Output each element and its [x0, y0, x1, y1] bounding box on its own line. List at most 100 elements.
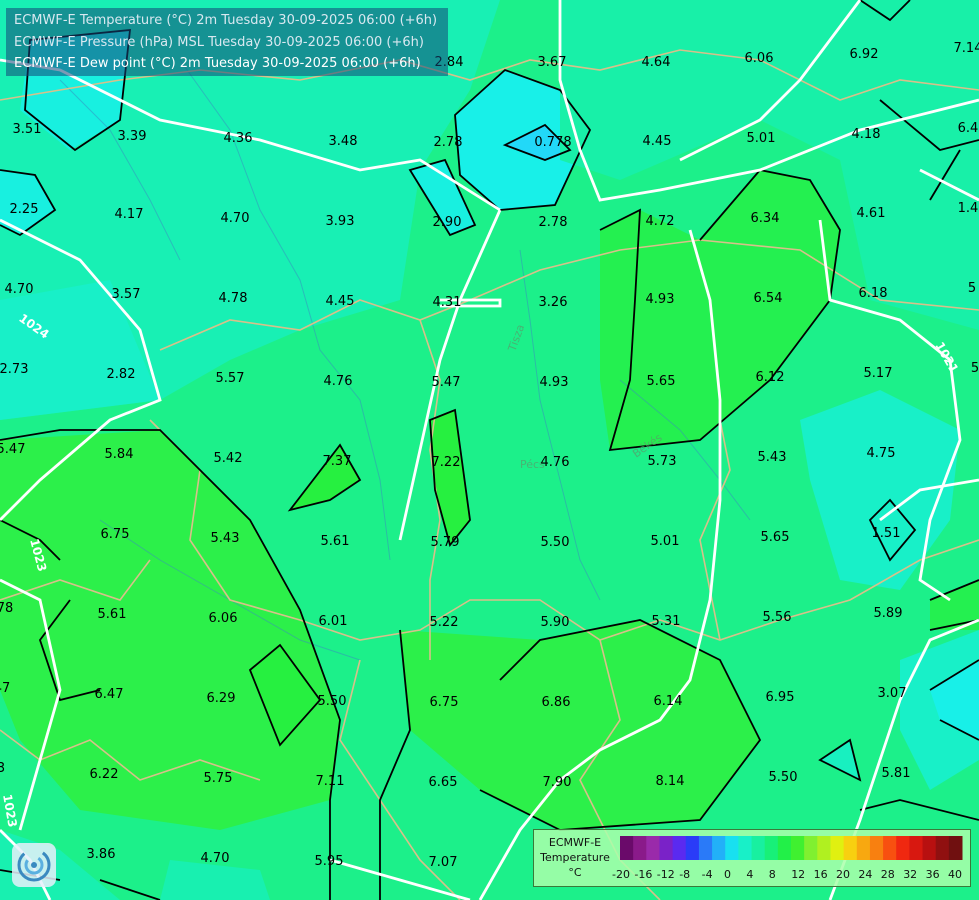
legend-tick-label: 40 [948, 868, 962, 881]
dewpoint-value: 6.75 [101, 527, 130, 542]
title-temperature: ECMWF-E Temperature (°C) 2m Tuesday 30-0… [14, 13, 438, 28]
dewpoint-value: 78 [0, 601, 13, 616]
legend-tick-label: 36 [925, 868, 940, 881]
legend-swatch [856, 836, 871, 860]
dewpoint-value: 8.14 [656, 774, 685, 789]
dewpoint-value: 4.45 [326, 294, 355, 309]
dewpoint-value: 5.65 [761, 530, 790, 545]
legend-swatch [751, 836, 766, 860]
dewpoint-value: 5.61 [98, 607, 127, 622]
dewpoint-value: 4.75 [867, 446, 896, 461]
legend-swatch [777, 836, 792, 860]
dewpoint-value: 5.56 [763, 610, 792, 625]
dewpoint-value: 2.73 [0, 362, 28, 377]
legend-tick-label: -16 [634, 868, 653, 881]
legend-swatch [698, 836, 713, 860]
dewpoint-value: 2.90 [433, 215, 462, 230]
dewpoint-value: 6.12 [756, 370, 785, 385]
legend-tick-label: 28 [880, 868, 895, 881]
dewpoint-value: 6.65 [429, 775, 458, 790]
dewpoint-value: 7.07 [429, 855, 458, 870]
dewpoint-value: 4.64 [642, 55, 671, 70]
legend-swatch [804, 836, 818, 860]
dewpoint-value: 5.61 [321, 534, 350, 549]
dewpoint-value: 4.78 [219, 291, 248, 306]
legend-swatch [843, 836, 858, 860]
dewpoint-value: 2.82 [107, 367, 136, 382]
dewpoint-value: 5.42 [214, 451, 243, 466]
dewpoint-value: 6.34 [751, 211, 780, 226]
legend-swatch [646, 836, 660, 860]
dewpoint-value: 4.36 [224, 131, 253, 146]
dewpoint-value: 6.4 [958, 121, 979, 136]
legend-swatch [659, 836, 674, 860]
dewpoint-value: 2.25 [10, 202, 39, 217]
dewpoint-value: 7.14 [954, 41, 979, 56]
dewpoint-value: 6.29 [207, 691, 236, 706]
dewpoint-value: 5.84 [105, 447, 134, 462]
legend-tick-label: 12 [791, 868, 806, 881]
legend-tick-label: 20 [836, 868, 850, 881]
legend-swatch [725, 836, 739, 860]
legend-tick-label: 4 [746, 868, 754, 881]
dewpoint-value: 2.78 [434, 135, 463, 150]
dewpoint-value: 5.01 [747, 131, 776, 146]
dewpoint-value: 6.54 [754, 291, 783, 306]
dewpoint-value: 7.90 [543, 775, 572, 790]
dewpoint-value: 5.90 [541, 615, 570, 630]
dewpoint-value: 6.06 [745, 51, 774, 66]
dewpoint-value: 5.57 [216, 371, 245, 386]
dewpoint-value: 6.01 [319, 614, 348, 629]
dewpoint-value: 6.95 [766, 690, 795, 705]
legend-tick-label: 32 [903, 868, 918, 881]
dewpoint-value: 2.78 [539, 215, 568, 230]
dewpoint-value: 3.93 [326, 214, 355, 229]
dewpoint-value: 5.81 [882, 766, 911, 781]
dewpoint-value: 6.47 [95, 687, 124, 702]
dewpoint-value: 4.70 [5, 282, 34, 297]
dewpoint-value: 5.95 [315, 854, 344, 869]
dewpoint-value: 3.48 [329, 134, 358, 149]
legend-tick-label: -12 [656, 868, 675, 881]
dewpoint-value: 6.86 [542, 695, 571, 710]
dewpoint-value: 5.75 [204, 771, 233, 786]
legend-tick-label: 0 [724, 868, 731, 881]
dewpoint-value: 7.11 [316, 774, 345, 789]
dewpoint-value: 7.37 [323, 454, 352, 469]
dewpoint-value: 4.45 [643, 134, 672, 149]
dewpoint-value: 5.01 [651, 534, 680, 549]
legend-tick-label: 8 [768, 868, 776, 881]
legend-swatch [791, 836, 805, 860]
legend-tick-label: -20 [612, 868, 630, 881]
dewpoint-value: 6.92 [850, 47, 879, 62]
dewpoint-value: 5.43 [758, 450, 787, 465]
dewpoint-value: 3 [0, 761, 5, 776]
dewpoint-value: 3.07 [878, 686, 907, 701]
dewpoint-value: 4.61 [857, 206, 886, 221]
temperature-field [0, 0, 979, 900]
legend-tick-label: 24 [858, 868, 873, 881]
dewpoint-value: 3.51 [13, 122, 42, 137]
dewpoint-value: 5.65 [647, 374, 676, 389]
dewpoint-value: 3.67 [538, 55, 567, 70]
legend-swatch [830, 836, 845, 860]
dewpoint-value: 4.93 [540, 375, 569, 390]
dewpoint-value: 5.50 [769, 770, 798, 785]
color-legend: ECMWF-E Temperature °C -20 -16 -12 -8 -4 0 4 8 1… [533, 829, 971, 887]
legend-swatch [685, 836, 700, 860]
legend-swatch [869, 836, 884, 860]
legend-tick-label: -8 [679, 868, 691, 881]
dewpoint-value: 5.31 [652, 614, 681, 629]
dewpoint-value: 5.50 [318, 694, 347, 709]
dewpoint-value: 6.18 [859, 286, 888, 301]
dewpoint-value: 5.47 [0, 442, 25, 457]
legend-swatch [896, 836, 910, 860]
dewpoint-value: 3.26 [539, 295, 568, 310]
title-pressure: ECMWF-E Pressure (hPa) MSL Tuesday 30-09… [14, 35, 424, 50]
dewpoint-value: 6.75 [430, 695, 459, 710]
title-dewpoint: ECMWF-E Dew point (°C) 2m Tuesday 30-09-… [14, 56, 421, 71]
legend-tick-label: 16 [813, 868, 828, 881]
legend-swatch [712, 836, 726, 860]
dewpoint-value: 5.79 [431, 535, 460, 550]
dewpoint-value: 4.72 [646, 214, 675, 229]
